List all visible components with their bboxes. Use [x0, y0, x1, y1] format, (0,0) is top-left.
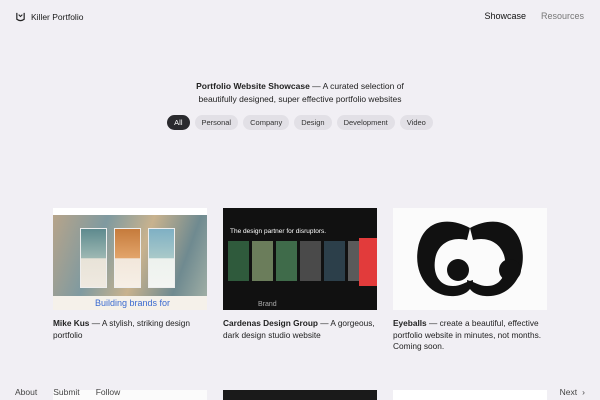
thumb-headline: Building brands for	[95, 298, 171, 308]
card-thumbnail[interactable]: The design partner for disruptors. Brand	[223, 208, 377, 310]
card-caption: Eyeballs — create a beautiful, effective…	[393, 318, 547, 353]
eyeballs-logo	[417, 221, 523, 297]
card-mike-kus[interactable]: Building brands for Mike Kus — A stylish…	[53, 208, 207, 341]
footer-submit[interactable]: Submit	[53, 387, 79, 397]
filter-personal[interactable]: Personal	[194, 115, 239, 130]
filter-development[interactable]: Development	[336, 115, 395, 130]
thumb-tile	[300, 241, 321, 281]
thumb-accent	[359, 238, 377, 286]
footer-about[interactable]: About	[15, 387, 37, 397]
filter-bar: All Personal Company Design Development …	[0, 115, 600, 130]
logo-icon	[16, 12, 25, 22]
thumb-footer: Building brands for	[53, 296, 207, 310]
thumb-tiles	[228, 241, 369, 281]
footer-follow[interactable]: Follow	[96, 387, 121, 397]
card-peek	[393, 390, 547, 400]
thumb-panel	[80, 228, 107, 288]
next-label: Next	[559, 387, 578, 397]
thumb-brand: Brand	[258, 301, 277, 308]
card-thumbnail[interactable]	[393, 208, 547, 310]
next-link[interactable]: Next ›	[560, 387, 585, 397]
hero-line2: beautifully designed, super effective po…	[198, 94, 402, 104]
thumb-panel	[114, 228, 141, 288]
chevron-right-icon: ›	[582, 387, 585, 397]
main-nav: Showcase Resources	[484, 11, 584, 21]
filter-all[interactable]: All	[167, 115, 190, 130]
thumb-headline: The design partner for disruptors.	[230, 228, 327, 235]
top-bar: Killer Portfolio Showcase Resources	[0, 0, 600, 34]
filter-design[interactable]: Design	[294, 115, 332, 130]
card-cardenas[interactable]: The design partner for disruptors. Brand…	[223, 208, 377, 341]
card-title: Eyeballs	[393, 318, 427, 328]
card-thumbnail[interactable]: Building brands for	[53, 208, 207, 310]
thumb-panel	[148, 228, 175, 288]
card-title: Mike Kus	[53, 318, 90, 328]
filter-company[interactable]: Company	[243, 115, 290, 130]
hero-title: Portfolio Website Showcase	[196, 81, 310, 91]
footer-links: About Submit Follow	[15, 387, 120, 397]
card-caption: Mike Kus — A stylish, striking design po…	[53, 318, 207, 341]
card-peek	[223, 390, 377, 400]
thumb-tile	[276, 241, 297, 281]
thumb-tile	[252, 241, 273, 281]
filter-video[interactable]: Video	[399, 115, 433, 130]
logo[interactable]: Killer Portfolio	[15, 11, 83, 22]
thumb-tile	[228, 241, 249, 281]
thumb-navbar	[53, 208, 207, 215]
card-caption: Cardenas Design Group — A gorgeous, dark…	[223, 318, 377, 341]
hero-line1: Portfolio Website Showcase — A curated s…	[0, 80, 600, 93]
hero: Portfolio Website Showcase — A curated s…	[0, 80, 600, 106]
nav-resources[interactable]: Resources	[541, 11, 584, 21]
logo-text: Killer Portfolio	[31, 11, 84, 22]
hero-tagline: — A curated selection of	[309, 81, 404, 91]
card-eyeballs[interactable]: Eyeballs — create a beautiful, effective…	[393, 208, 547, 353]
card-title: Cardenas Design Group	[223, 318, 318, 328]
thumb-tile	[324, 241, 345, 281]
nav-showcase[interactable]: Showcase	[484, 11, 526, 21]
